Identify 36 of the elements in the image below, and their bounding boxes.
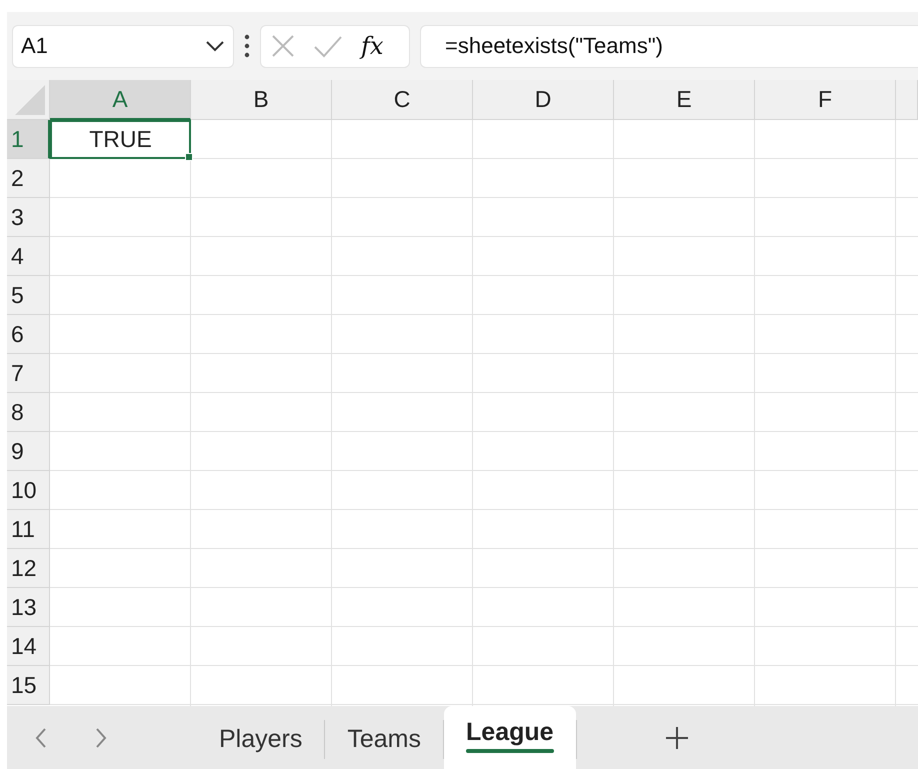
- column-header[interactable]: A: [50, 80, 191, 120]
- row-header[interactable]: 13: [7, 588, 50, 627]
- column-header[interactable]: B: [191, 80, 332, 120]
- column-header[interactable]: F: [755, 80, 896, 120]
- sheet-tab[interactable]: Players: [197, 706, 324, 769]
- row-header[interactable]: 14: [7, 627, 50, 666]
- row-header[interactable]: 1: [7, 120, 50, 159]
- table-cell[interactable]: TRUE: [50, 120, 191, 159]
- column-header[interactable]: C: [332, 80, 473, 120]
- chevron-right-icon[interactable]: [95, 726, 107, 748]
- formula-field[interactable]: =sheetexists("Teams"): [420, 24, 918, 68]
- add-sheet-icon[interactable]: [664, 726, 689, 750]
- row-header[interactable]: 4: [7, 237, 50, 276]
- column-header[interactable]: E: [614, 80, 755, 120]
- name-box[interactable]: A1: [12, 24, 234, 68]
- row-header[interactable]: 5: [7, 276, 50, 315]
- row-header[interactable]: 2: [7, 159, 50, 198]
- row-header[interactable]: 11: [7, 510, 50, 549]
- row-header[interactable]: 3: [7, 198, 50, 237]
- sheet-tab[interactable]: Teams: [325, 706, 444, 769]
- row-header[interactable]: 9: [7, 432, 50, 471]
- insert-function-button[interactable]: fx: [361, 32, 384, 60]
- row-header[interactable]: 7: [7, 354, 50, 393]
- row-header[interactable]: 10: [7, 471, 50, 510]
- cancel-icon[interactable]: [271, 34, 295, 58]
- row-header[interactable]: 8: [7, 393, 50, 432]
- row-header[interactable]: 12: [7, 549, 50, 588]
- row-header[interactable]: 15: [7, 666, 50, 705]
- check-icon[interactable]: [313, 34, 343, 58]
- chevron-left-icon[interactable]: [35, 726, 47, 748]
- cell-reference: A1: [21, 33, 48, 59]
- sheet-tab[interactable]: League: [444, 706, 576, 769]
- row-header[interactable]: 6: [7, 315, 50, 354]
- more-icon[interactable]: [244, 34, 250, 58]
- column-header[interactable]: D: [473, 80, 614, 120]
- caret-icon[interactable]: [205, 40, 225, 52]
